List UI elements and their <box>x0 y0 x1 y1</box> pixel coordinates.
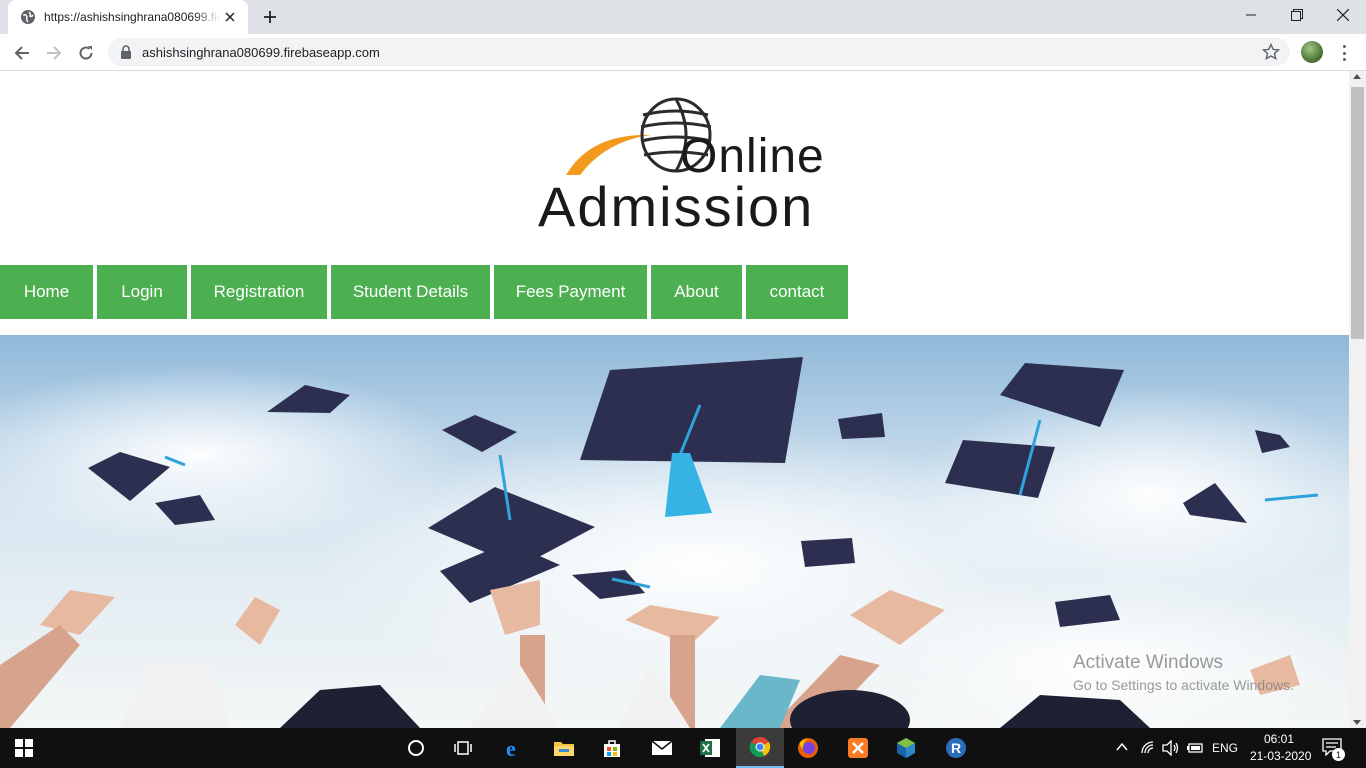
clock-time[interactable]: 06:01 <box>1264 732 1294 746</box>
mail-icon[interactable] <box>638 728 686 768</box>
logo-text-online: Online <box>680 130 825 183</box>
tab-strip: https://ashishsinghrana080699.firebaseap… <box>0 0 1366 34</box>
minimize-icon <box>1246 14 1256 16</box>
new-tab-button[interactable] <box>258 6 282 28</box>
back-button[interactable] <box>8 39 36 67</box>
r-icon[interactable]: R <box>932 728 980 768</box>
svg-text:e: e <box>506 737 516 759</box>
globe-icon <box>21 10 35 24</box>
volume-icon[interactable] <box>1162 740 1180 756</box>
browser-tab[interactable]: https://ashishsinghrana080699.firebaseap… <box>8 0 248 34</box>
nav-home[interactable]: Home <box>0 265 93 319</box>
xampp-icon[interactable] <box>834 728 882 768</box>
activate-windows-title: Activate Windows <box>1073 652 1223 673</box>
page-viewport: Online Admission Home Login Registration… <box>0 71 1349 728</box>
battery-icon[interactable] <box>1186 742 1204 754</box>
edge-icon[interactable]: e <box>490 728 538 768</box>
notification-count-badge: 1 <box>1332 748 1345 761</box>
notification-center-button[interactable]: 1 <box>1322 738 1346 761</box>
site-logo: Online Admission <box>536 93 824 235</box>
clock-date[interactable]: 21-03-2020 <box>1250 749 1311 763</box>
tab-title: https://ashishsinghrana080699.firebaseap… <box>44 10 220 24</box>
reload-icon <box>79 46 93 60</box>
store-icon[interactable] <box>588 728 636 768</box>
logo-text-admission: Admission <box>538 175 815 238</box>
task-view-icon[interactable] <box>440 728 488 768</box>
arrow-right-icon <box>47 46 62 60</box>
language-indicator[interactable]: ENG <box>1212 741 1238 755</box>
scroll-down-icon[interactable] <box>1353 720 1361 725</box>
close-icon <box>1337 9 1349 21</box>
main-navigation: Home Login Registration Student Details … <box>0 265 848 319</box>
firefox-icon[interactable] <box>784 728 832 768</box>
windows-start-icon[interactable] <box>0 728 48 768</box>
close-tab-icon[interactable] <box>222 9 238 25</box>
nav-fees-payment[interactable]: Fees Payment <box>494 265 647 319</box>
profile-avatar[interactable] <box>1301 41 1323 63</box>
restore-button[interactable] <box>1274 0 1320 30</box>
nav-about[interactable]: About <box>651 265 742 319</box>
arrow-left-icon <box>14 46 29 60</box>
address-bar[interactable]: ashishsinghrana080699.firebaseapp.com <box>108 38 1290 66</box>
browser-menu-button[interactable] <box>1336 43 1352 63</box>
svg-text:R: R <box>951 740 961 756</box>
browser-toolbar: ashishsinghrana080699.firebaseapp.com <box>0 34 1366 71</box>
url-text[interactable]: ashishsinghrana080699.firebaseapp.com <box>142 45 380 60</box>
restore-icon <box>1291 9 1303 21</box>
chevron-up-icon[interactable] <box>1116 742 1128 752</box>
page-scrollbar[interactable] <box>1349 71 1366 728</box>
chrome-icon[interactable] <box>736 728 784 768</box>
reload-button[interactable] <box>72 39 100 67</box>
lock-icon[interactable] <box>120 45 132 59</box>
virtualbox-icon[interactable] <box>882 728 930 768</box>
minimize-button[interactable] <box>1228 0 1274 30</box>
scrollbar-thumb[interactable] <box>1351 87 1364 339</box>
nav-student-details[interactable]: Student Details <box>331 265 490 319</box>
excel-icon[interactable] <box>686 728 734 768</box>
nav-registration[interactable]: Registration <box>191 265 327 319</box>
cortana-icon[interactable] <box>392 728 440 768</box>
activate-windows-subtitle: Go to Settings to activate Windows. <box>1073 677 1294 693</box>
file-explorer-icon[interactable] <box>540 728 588 768</box>
nav-contact[interactable]: contact <box>746 265 848 319</box>
scroll-up-icon[interactable] <box>1353 74 1361 79</box>
windows-taskbar: e R ENG 06:01 21-03-2020 1 <box>0 728 1366 768</box>
forward-button[interactable] <box>40 39 68 67</box>
plus-icon <box>264 11 276 23</box>
nav-login[interactable]: Login <box>97 265 187 319</box>
close-window-button[interactable] <box>1320 0 1366 30</box>
bookmark-star-icon[interactable] <box>1262 43 1280 61</box>
network-icon[interactable] <box>1140 740 1156 754</box>
